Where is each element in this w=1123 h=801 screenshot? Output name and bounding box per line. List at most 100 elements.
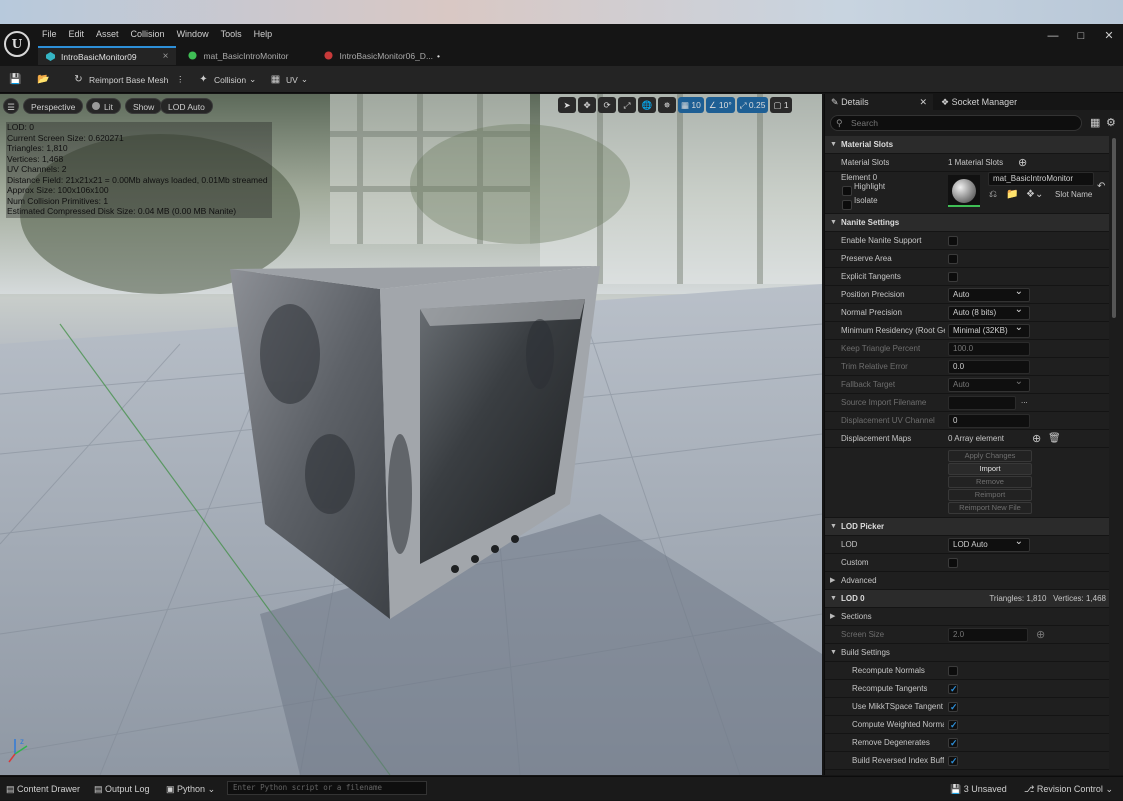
position-precision-dropdown[interactable]: Auto [948,286,1030,302]
tab-socket-manager[interactable]: ❖ Socket Manager [935,94,1065,110]
row-advanced[interactable]: ▶ Advanced [825,572,1109,590]
use-selected-icon[interactable]: ⎌ [989,186,997,204]
menu-edit[interactable]: Edit [63,27,91,41]
tab-intro-basic-monitor09[interactable]: IntroBasicMonitor09 × [38,46,177,65]
min-residency-dropdown[interactable]: Minimal (32KB) [948,322,1030,338]
lit-button[interactable]: Lit [86,98,121,114]
apply-changes-button[interactable]: Apply Changes [948,450,1032,462]
minimize-icon[interactable]: — [1039,25,1067,47]
screen-size-field[interactable]: 2.0 [948,628,1028,642]
material-options-icon[interactable]: ❖⌄ [1026,186,1043,204]
compute-weighted-checkbox[interactable] [948,720,958,731]
add-icon[interactable]: ⊕ [1036,626,1045,644]
save-button[interactable]: 💾 [9,66,25,93]
section-nanite-settings[interactable]: ▼ Nanite Settings [825,214,1109,232]
tab-close-icon[interactable]: × [163,51,169,62]
recompute-normals-checkbox[interactable] [948,666,958,676]
browse-button[interactable]: 📂 [37,66,53,93]
translate-icon[interactable]: ✥ [578,97,596,113]
keep-triangle-field[interactable]: 100.0 [948,342,1030,356]
material-thumbnail[interactable] [948,175,980,207]
menu-asset[interactable]: Asset [90,27,125,41]
perspective-button[interactable]: Perspective [23,98,84,114]
reimport-button[interactable]: ↻ Reimport Base Mesh [73,66,168,93]
revision-control-button[interactable]: ⎇ Revision Control ⌄ [1024,777,1113,801]
table-view-icon[interactable]: ▦ [1090,116,1100,129]
python-console-input[interactable]: Enter Python script or a filename [227,781,427,795]
unsaved-label: 3 Unsaved [963,784,1007,794]
unsaved-button[interactable]: 💾 3 Unsaved [950,777,1007,801]
source-import-field[interactable] [948,396,1016,410]
reimport-new-file-button[interactable]: Reimport New File [948,502,1032,514]
section-lod-picker[interactable]: ▼ LOD Picker [825,518,1109,536]
isolate-checkbox[interactable] [842,200,852,210]
rotation-snap-value: 10° [718,100,732,110]
uv-button[interactable]: ▦ UV ⌄ [270,66,308,93]
section-lod0[interactable]: ▼ LOD 0 Triangles: 1,810 Vertices: 1,468 [825,590,1109,608]
tab-mat-basic-intro-monitor[interactable]: mat_BasicIntroMonitor [180,46,296,65]
preserve-area-checkbox[interactable] [948,254,958,264]
surface-snap-icon[interactable]: ✵ [658,97,676,113]
row-explicit-tangents: Explicit Tangents [825,268,1109,286]
trim-error-field[interactable]: 0.0 [948,360,1030,374]
remove-button[interactable]: Remove [948,476,1032,488]
scale-icon[interactable]: ⤢ [618,97,636,113]
viewport-menu-icon[interactable]: ☰ [3,98,19,114]
output-log-button[interactable]: ▤ Output Log [94,777,150,801]
tab-details[interactable]: ✎ Details ✕ [825,94,933,110]
browse-file-icon[interactable]: ... [1021,392,1028,410]
rotation-snap-button[interactable]: ∠ 10° [705,97,735,113]
highlight-checkbox[interactable] [842,186,852,196]
row-sections[interactable]: ▶ Sections [825,608,1109,626]
explicit-tangents-checkbox[interactable] [948,272,958,282]
scale-snap-button[interactable]: ⤢ 0.25 [736,97,769,113]
svg-text:z: z [20,737,24,746]
close-icon[interactable]: ✕ [919,94,927,110]
settings-icon[interactable]: ⚙ [1106,116,1116,129]
camera-speed-button[interactable]: ▢ 1 [770,97,792,113]
remove-degenerates-checkbox[interactable] [948,738,958,749]
menu-tools[interactable]: Tools [215,27,248,41]
build-reversed-checkbox[interactable] [948,756,958,767]
recompute-tangents-checkbox[interactable] [948,684,958,695]
menu-window[interactable]: Window [171,27,215,41]
menu-collision[interactable]: Collision [125,27,171,41]
normal-precision-dropdown[interactable]: Auto (8 bits) [948,304,1030,320]
add-icon[interactable]: ⊕ [1018,154,1027,172]
tab-intro-basic-monitor06[interactable]: IntroBasicMonitor06_D... • [316,46,448,65]
fallback-target-dropdown[interactable]: Auto [948,376,1030,392]
import-button[interactable]: Import [948,463,1032,475]
lod-button[interactable]: LOD Auto [160,98,213,114]
reset-icon[interactable]: ↶ [1097,178,1105,196]
reimport-button[interactable]: Reimport [948,489,1032,501]
enable-nanite-checkbox[interactable] [948,236,958,246]
menu-help[interactable]: Help [248,27,279,41]
section-material-slots[interactable]: ▼ Material Slots [825,136,1109,154]
unsaved-icon: 💾 [950,784,962,794]
material-name-field[interactable]: mat_BasicIntroMonitor [988,172,1094,186]
lod-dropdown[interactable]: LOD Auto [948,536,1030,552]
displacement-uv-field[interactable]: 0 [948,414,1030,428]
rotate-icon[interactable]: ⟳ [598,97,616,113]
collision-button[interactable]: ✦ Collision ⌄ [198,66,256,93]
select-icon[interactable]: ➤ [558,97,576,113]
show-button[interactable]: Show [125,98,163,114]
row-build-settings[interactable]: ▼ Build Settings [825,644,1109,662]
maximize-icon[interactable]: □ [1067,25,1095,47]
grid-snap-button[interactable]: ▦ 10 [678,97,704,113]
panel-tabs: ✎ Details ✕ ❖ Socket Manager [825,94,1123,110]
search-input[interactable]: Search [830,115,1082,131]
unreal-logo-icon[interactable]: U [4,31,30,57]
more-options-icon[interactable]: ⋮ [176,66,185,93]
world-icon[interactable]: 🌐 [638,97,656,113]
menu-file[interactable]: File [36,27,63,41]
use-mikktspace-checkbox[interactable] [948,702,958,713]
details-scrollbar[interactable] [1112,138,1116,318]
add-icon[interactable]: ⊕ [1032,430,1041,448]
python-dropdown[interactable]: ▣ Python ⌄ [166,777,215,801]
close-icon[interactable]: ✕ [1095,25,1123,47]
trash-icon[interactable]: 🗑 [1048,430,1061,448]
custom-checkbox[interactable] [948,558,958,568]
browse-icon[interactable]: 📁 [1006,186,1018,204]
content-drawer-button[interactable]: ▤ Content Drawer [6,777,80,801]
